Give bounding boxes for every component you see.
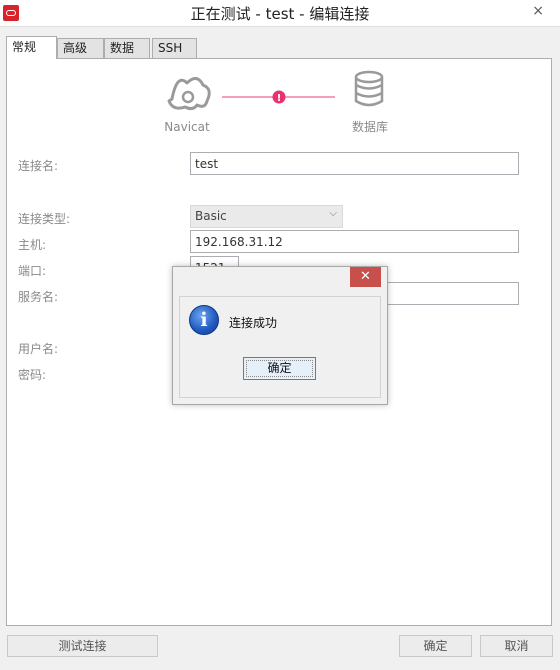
tab-ssh[interactable]: SSH [152,38,197,58]
message-dialog: ✕ i 连接成功 确定 [172,266,388,405]
host-label: 主机: [18,238,47,252]
navicat-logo-icon [167,77,211,111]
window-close-button[interactable]: × [532,3,544,19]
username-label: 用户名: [18,342,59,356]
tab-database[interactable]: 数据库 [104,38,150,74]
port-label: 端口: [18,264,47,278]
password-label: 密码: [18,368,47,382]
ok-button[interactable]: 确定 [399,635,472,657]
connection-type-select[interactable]: Basic ⌵ [190,205,343,228]
title-bar: 正在测试 - test - 编辑连接 × [0,0,560,27]
chevron-down-icon: ⌵ [329,208,337,219]
service-name-label: 服务名: [18,290,59,304]
connection-graphic-svg: ! Navicat 数据库 [164,70,388,134]
navicat-label: Navicat [164,120,210,134]
error-status-glyph: ! [277,93,282,104]
connection-type-value: Basic [195,209,227,223]
dialog-ok-button[interactable]: 确定 [243,357,316,380]
connection-name-label: 连接名: [18,159,59,173]
connection-name-input[interactable] [190,152,519,175]
connection-graphic: ! Navicat 数据库 [7,59,553,149]
database-icon [354,70,384,107]
error-status-icon: ! [272,90,286,104]
host-input[interactable] [190,230,519,253]
cancel-button[interactable]: 取消 [480,635,553,657]
window-title: 正在测试 - test - 编辑连接 [190,5,370,23]
connection-type-label: 连接类型: [18,212,71,226]
info-icon: i [189,305,219,335]
test-connection-button[interactable]: 测试连接 [7,635,158,657]
tab-advanced[interactable]: 高级 [57,38,104,58]
database-label: 数据库 [352,119,388,134]
tab-general[interactable]: 常规 [6,36,57,59]
dialog-body: i 连接成功 确定 [179,296,381,398]
dialog-close-button[interactable]: ✕ [350,267,381,287]
dialog-message: 连接成功 [229,316,278,330]
